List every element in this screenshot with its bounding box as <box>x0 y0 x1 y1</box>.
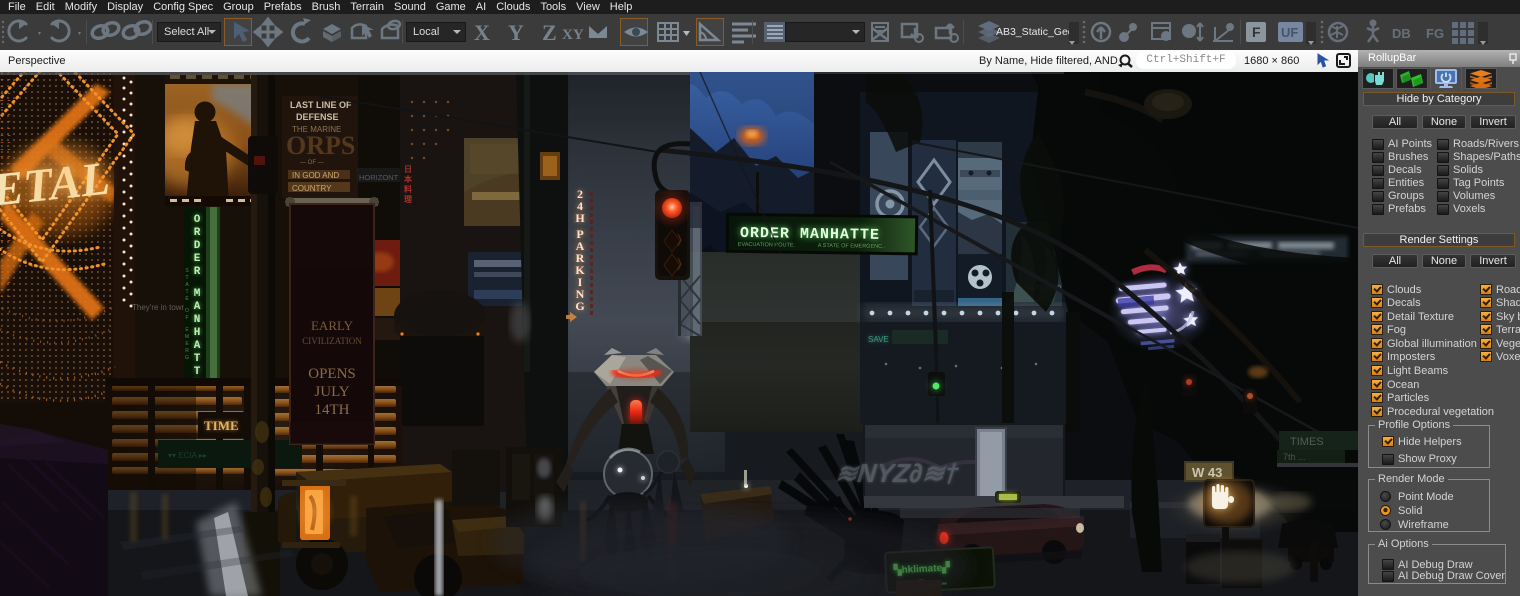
svg-text:E: E <box>194 253 201 265</box>
svg-text:AB3_Static_Geo: AB3_Static_Geo <box>996 26 1074 38</box>
svg-text:14TH: 14TH <box>315 402 350 418</box>
svg-text:T: T <box>185 289 188 295</box>
svg-text:TIMES: TIMES <box>1290 436 1324 448</box>
svg-text:N: N <box>194 314 201 326</box>
svg-text:M: M <box>185 334 189 340</box>
svg-text:▾▾ ECIA ▸▸: ▾▾ ECIA ▸▸ <box>168 451 207 460</box>
svg-text:IN GOD AND: IN GOD AND <box>292 171 339 180</box>
svg-text:ORDER MANHATTE: ORDER MANHATTE <box>740 225 880 244</box>
svg-text:理: 理 <box>404 195 412 204</box>
svg-text:X: X <box>474 20 490 45</box>
svg-text:UF: UF <box>1281 25 1298 40</box>
svg-text:料: 料 <box>404 184 412 194</box>
svg-text:They're in town: They're in town <box>132 303 186 312</box>
svg-text:H: H <box>194 327 201 339</box>
svg-text:DB: DB <box>1392 26 1411 41</box>
svg-text:7th ...: 7th ... <box>1283 452 1306 462</box>
svg-text:O: O <box>185 308 189 314</box>
svg-text:G: G <box>185 355 189 361</box>
svg-text:CIVILIZATION: CIVILIZATION <box>302 336 362 346</box>
svg-text:FG: FG <box>1426 26 1444 41</box>
svg-text:A: A <box>194 301 201 313</box>
svg-text:A: A <box>194 340 201 352</box>
svg-text:本: 本 <box>403 174 412 184</box>
svg-text:JULY: JULY <box>314 384 349 400</box>
svg-text:日: 日 <box>404 165 412 174</box>
svg-text:ORPS: ORPS <box>286 131 355 160</box>
svg-text:OPENS: OPENS <box>308 366 356 382</box>
svg-text:D: D <box>194 240 201 252</box>
svg-text:COUNTRY: COUNTRY <box>292 184 332 193</box>
svg-text:T: T <box>194 353 201 365</box>
svg-text:R: R <box>185 348 189 354</box>
svg-text:SAVE: SAVE <box>868 335 889 344</box>
svg-text:T: T <box>194 366 201 378</box>
svg-text:F: F <box>1252 24 1261 40</box>
svg-text:A STATE OF EMERGENC..: A STATE OF EMERGENC.. <box>818 243 886 250</box>
svg-text:EARLY: EARLY <box>311 318 354 333</box>
svg-text:M: M <box>194 288 201 300</box>
svg-text:R: R <box>194 227 201 239</box>
svg-text:O: O <box>194 214 201 226</box>
svg-text:H: H <box>575 211 585 225</box>
svg-text:TIME: TIME <box>204 418 239 433</box>
svg-text:R: R <box>194 266 201 278</box>
svg-text:DEFENSE: DEFENSE <box>296 112 339 122</box>
svg-text:— OF —: — OF — <box>300 160 324 166</box>
svg-text:Y: Y <box>508 20 524 45</box>
svg-text:T: T <box>185 275 188 281</box>
svg-text:Z: Z <box>542 20 557 45</box>
svg-text:EVACUATION ROUTE.: EVACUATION ROUTE. <box>738 242 796 249</box>
svg-text:F: F <box>185 315 188 321</box>
svg-text:G: G <box>575 299 584 313</box>
svg-text:W 43: W 43 <box>1192 465 1222 480</box>
svg-text:XY: XY <box>562 27 584 43</box>
svg-text:LAST LINE OF: LAST LINE OF <box>290 100 352 110</box>
